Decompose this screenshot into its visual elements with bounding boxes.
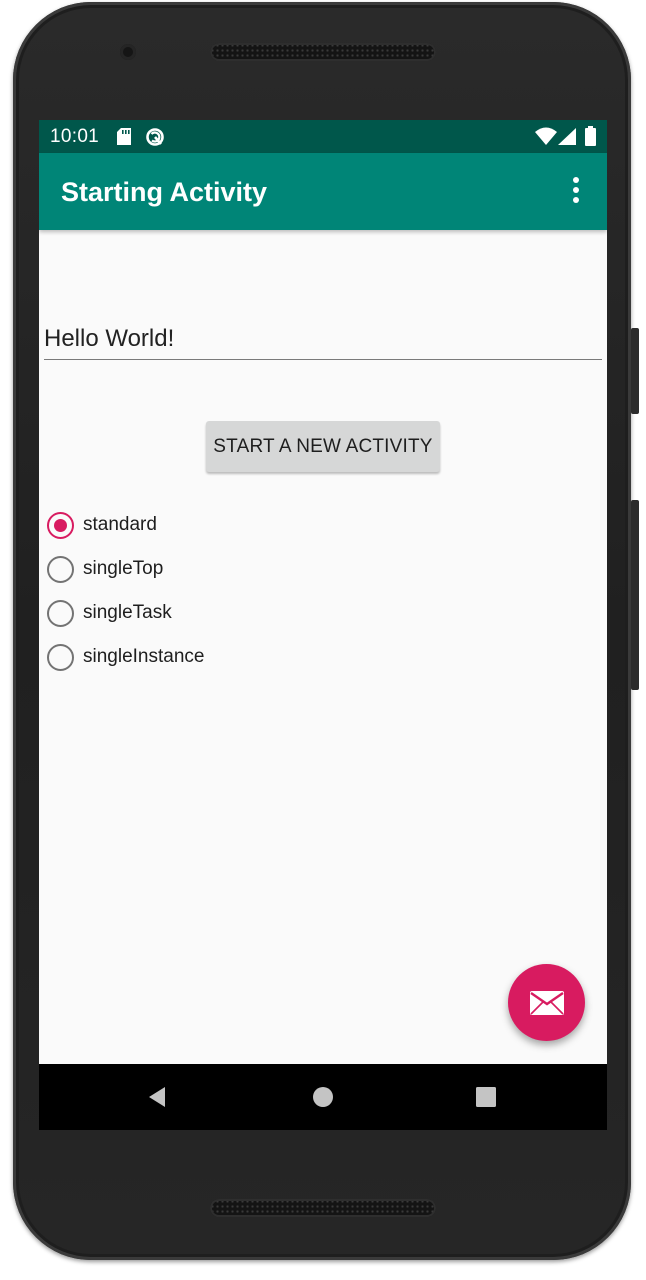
radio-standard[interactable]: standard	[47, 506, 447, 546]
radio-button[interactable]	[47, 556, 74, 583]
status-time: 10:01	[50, 126, 100, 147]
radio-label: singleInstance	[83, 646, 205, 667]
top-speaker	[210, 43, 436, 61]
start-new-activity-button[interactable]: START A NEW ACTIVITY	[206, 421, 440, 472]
recents-icon[interactable]	[476, 1087, 496, 1107]
email-fab[interactable]	[508, 964, 585, 1041]
battery-icon	[585, 126, 596, 146]
power-button	[631, 328, 639, 414]
screen: 10:01 Starting Activity Hello World! STA…	[39, 120, 607, 1130]
radio-single-instance[interactable]: singleInstance	[47, 638, 447, 678]
front-camera	[120, 44, 136, 60]
back-icon[interactable]	[145, 1085, 169, 1109]
signal-icon	[558, 128, 576, 145]
radio-label: singleTop	[83, 558, 164, 579]
radio-button-checked[interactable]	[47, 512, 74, 539]
sync-icon	[146, 128, 164, 146]
status-bar: 10:01	[39, 120, 607, 153]
app-title: Starting Activity	[61, 177, 268, 207]
radio-single-top[interactable]: singleTop	[47, 550, 447, 590]
radio-label: singleTask	[83, 602, 172, 623]
radio-single-task[interactable]: singleTask	[47, 594, 447, 634]
home-icon[interactable]	[312, 1086, 334, 1108]
bottom-speaker	[210, 1199, 436, 1217]
volume-button	[631, 500, 639, 690]
more-vert-icon[interactable]	[563, 177, 589, 207]
email-icon	[530, 991, 564, 1015]
wifi-icon	[535, 127, 557, 145]
navigation-bar	[39, 1064, 607, 1130]
radio-label: standard	[83, 514, 157, 535]
sd-card-icon	[117, 128, 131, 145]
app-bar: Starting Activity	[39, 153, 607, 230]
hello-text-field[interactable]: Hello World!	[44, 315, 602, 360]
radio-button[interactable]	[47, 644, 74, 671]
hello-text-value: Hello World!	[44, 325, 175, 352]
radio-button[interactable]	[47, 600, 74, 627]
